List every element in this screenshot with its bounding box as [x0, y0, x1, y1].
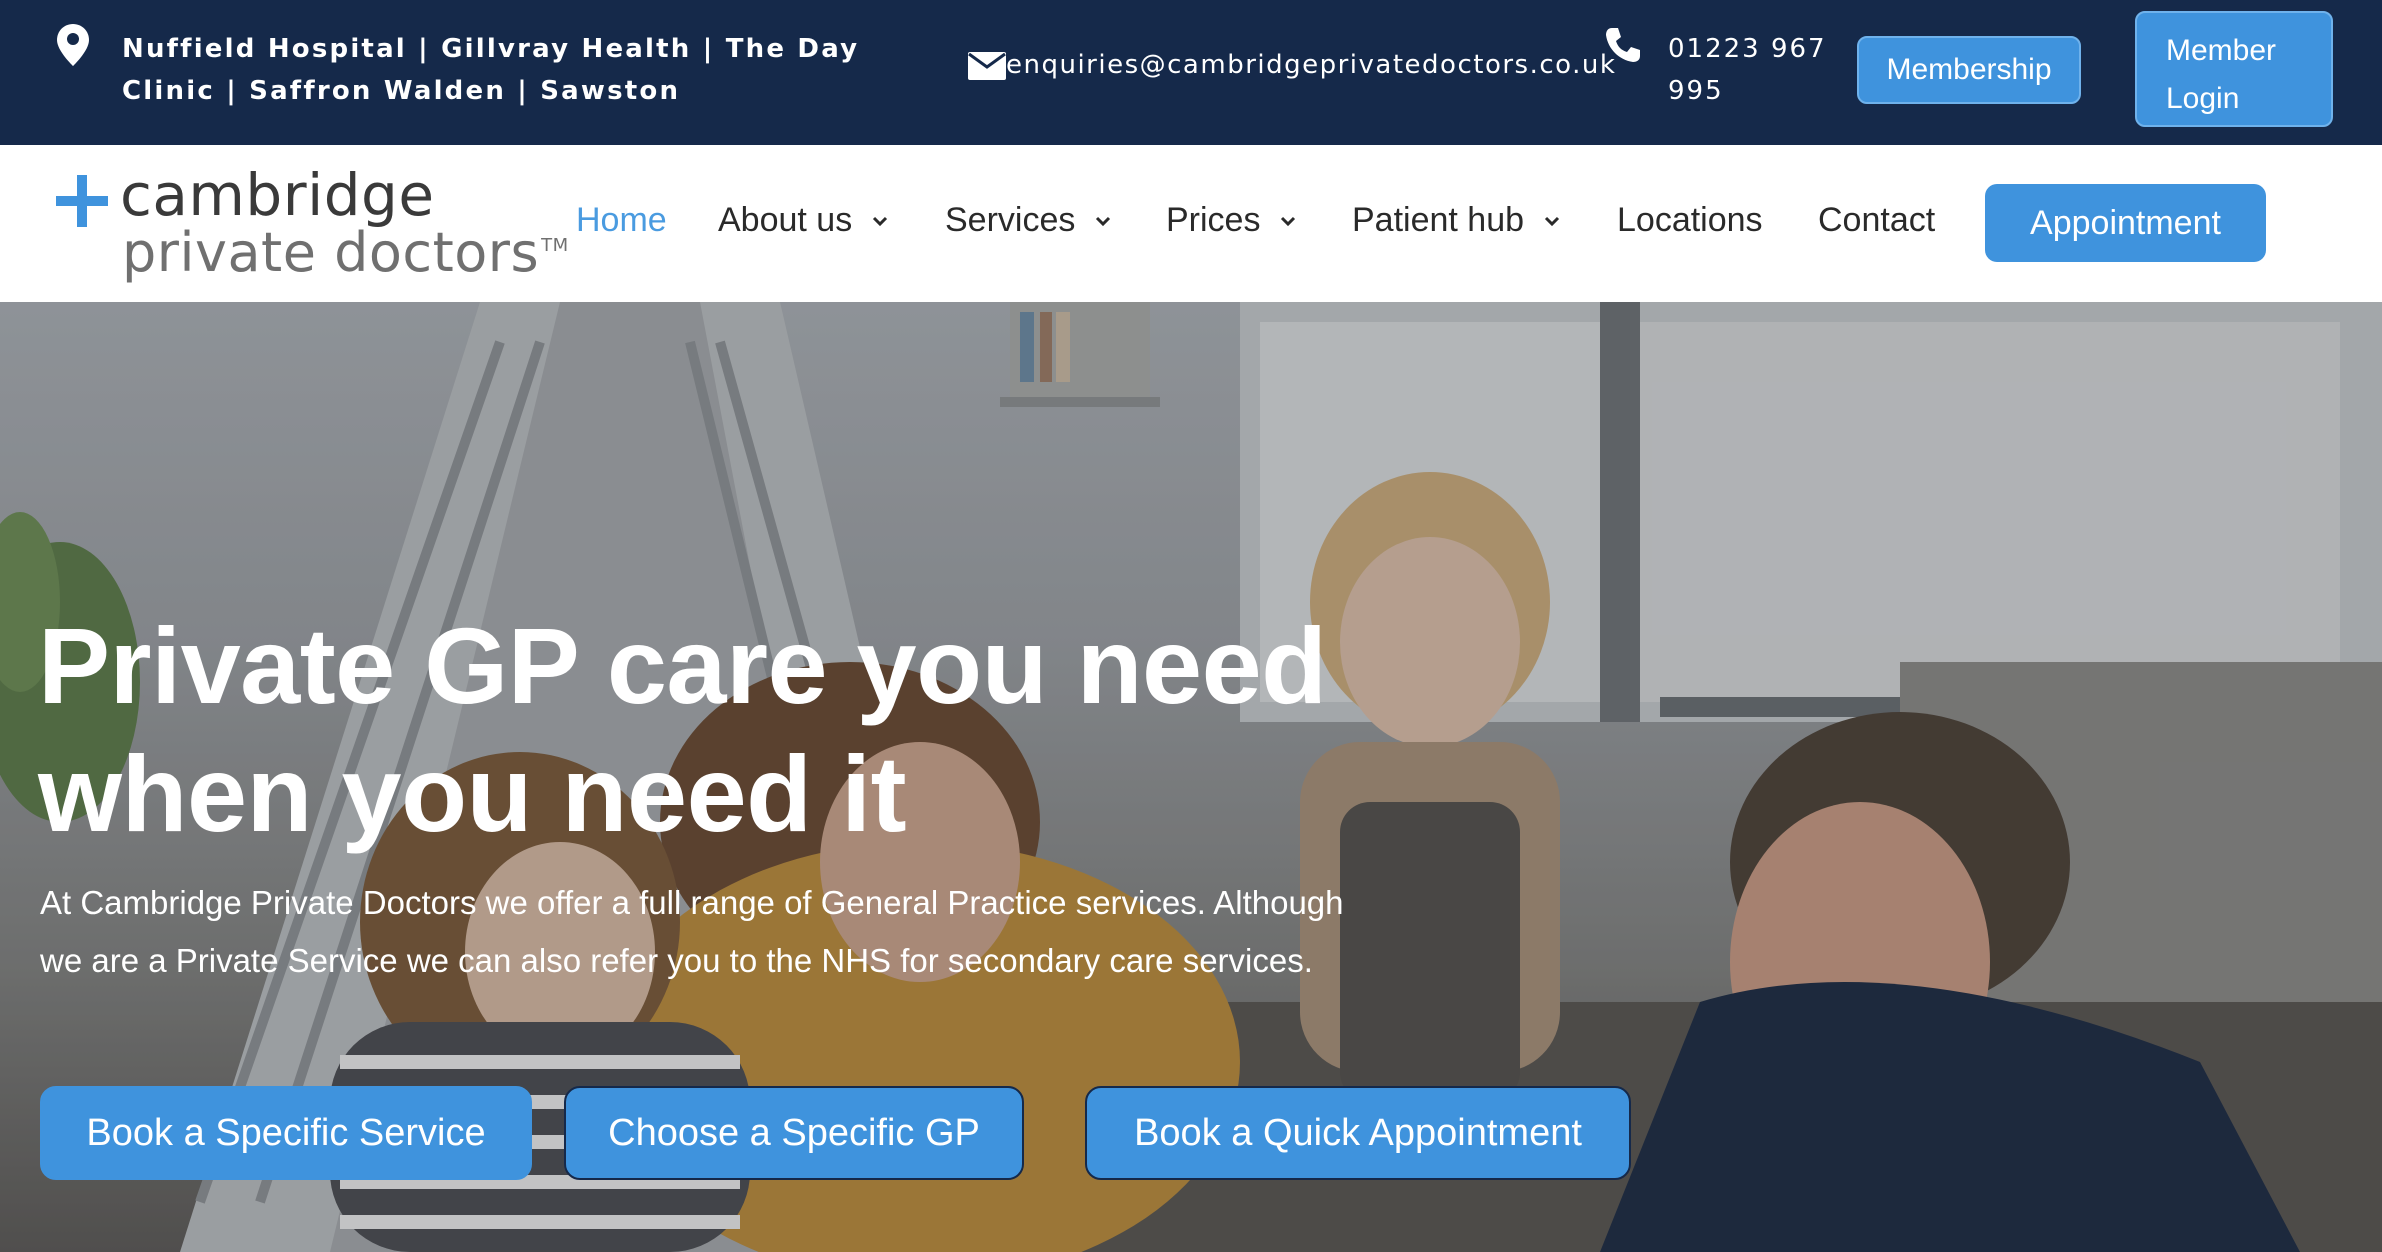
main-navigation: cambridge private doctors TM Home About u…	[0, 145, 2382, 302]
phone-icon	[1606, 28, 1640, 62]
hero-section: Private GP care you need when you need i…	[0, 302, 2382, 1252]
envelope-icon	[968, 52, 1006, 80]
map-pin-icon	[57, 24, 89, 66]
choose-specific-gp-button[interactable]: Choose a Specific GP	[564, 1086, 1024, 1180]
book-specific-service-button[interactable]: Book a Specific Service	[40, 1086, 532, 1180]
chevron-down-icon	[1281, 216, 1296, 226]
nav-services-label: Services	[945, 201, 1076, 239]
nav-about-us-label: About us	[718, 201, 853, 239]
nav-locations-label: Locations	[1617, 201, 1763, 239]
nav-patient-hub-label: Patient hub	[1352, 201, 1525, 239]
hero-description: At Cambridge Private Doctors we offer a …	[40, 884, 1344, 979]
nav-services[interactable]: Services	[945, 201, 1113, 240]
logo-text-line2: private doctors TM	[122, 221, 569, 284]
top-info-bar: Nuffield Hospital | Gillvray Health | Th…	[0, 0, 2382, 145]
phone-link[interactable]: 01223 967 995	[1668, 28, 1828, 112]
nav-about-us[interactable]: About us	[718, 201, 890, 240]
email-link[interactable]: enquiries@cambridgeprivatedoctors.co.uk	[1006, 50, 1616, 80]
nav-prices[interactable]: Prices	[1166, 201, 1298, 240]
book-quick-appointment-button[interactable]: Book a Quick Appointment	[1085, 1086, 1631, 1180]
nav-prices-label: Prices	[1166, 201, 1261, 239]
plus-logo-icon	[56, 175, 108, 227]
appointment-button[interactable]: Appointment	[1985, 184, 2266, 262]
locations-list: Nuffield Hospital | Gillvray Health | Th…	[122, 34, 860, 106]
nav-patient-hub[interactable]: Patient hub	[1352, 201, 1562, 240]
chevron-down-icon	[873, 216, 888, 226]
nav-home-label: Home	[576, 201, 667, 239]
chevron-down-icon	[1544, 216, 1560, 226]
site-logo[interactable]: cambridge private doctors TM	[56, 161, 568, 285]
nav-contact[interactable]: Contact	[1818, 201, 1935, 240]
nav-home[interactable]: Home	[576, 201, 667, 240]
trademark-mark: TM	[541, 235, 569, 256]
logo-text-line1: cambridge	[120, 161, 435, 229]
nav-contact-label: Contact	[1818, 201, 1936, 239]
chevron-down-icon	[1096, 216, 1111, 226]
hero-title: Private GP care you need when you need i…	[38, 605, 1327, 854]
nav-locations[interactable]: Locations	[1617, 201, 1763, 240]
membership-button[interactable]: Membership	[1857, 36, 2081, 104]
member-login-button[interactable]: Member Login	[2135, 11, 2333, 127]
